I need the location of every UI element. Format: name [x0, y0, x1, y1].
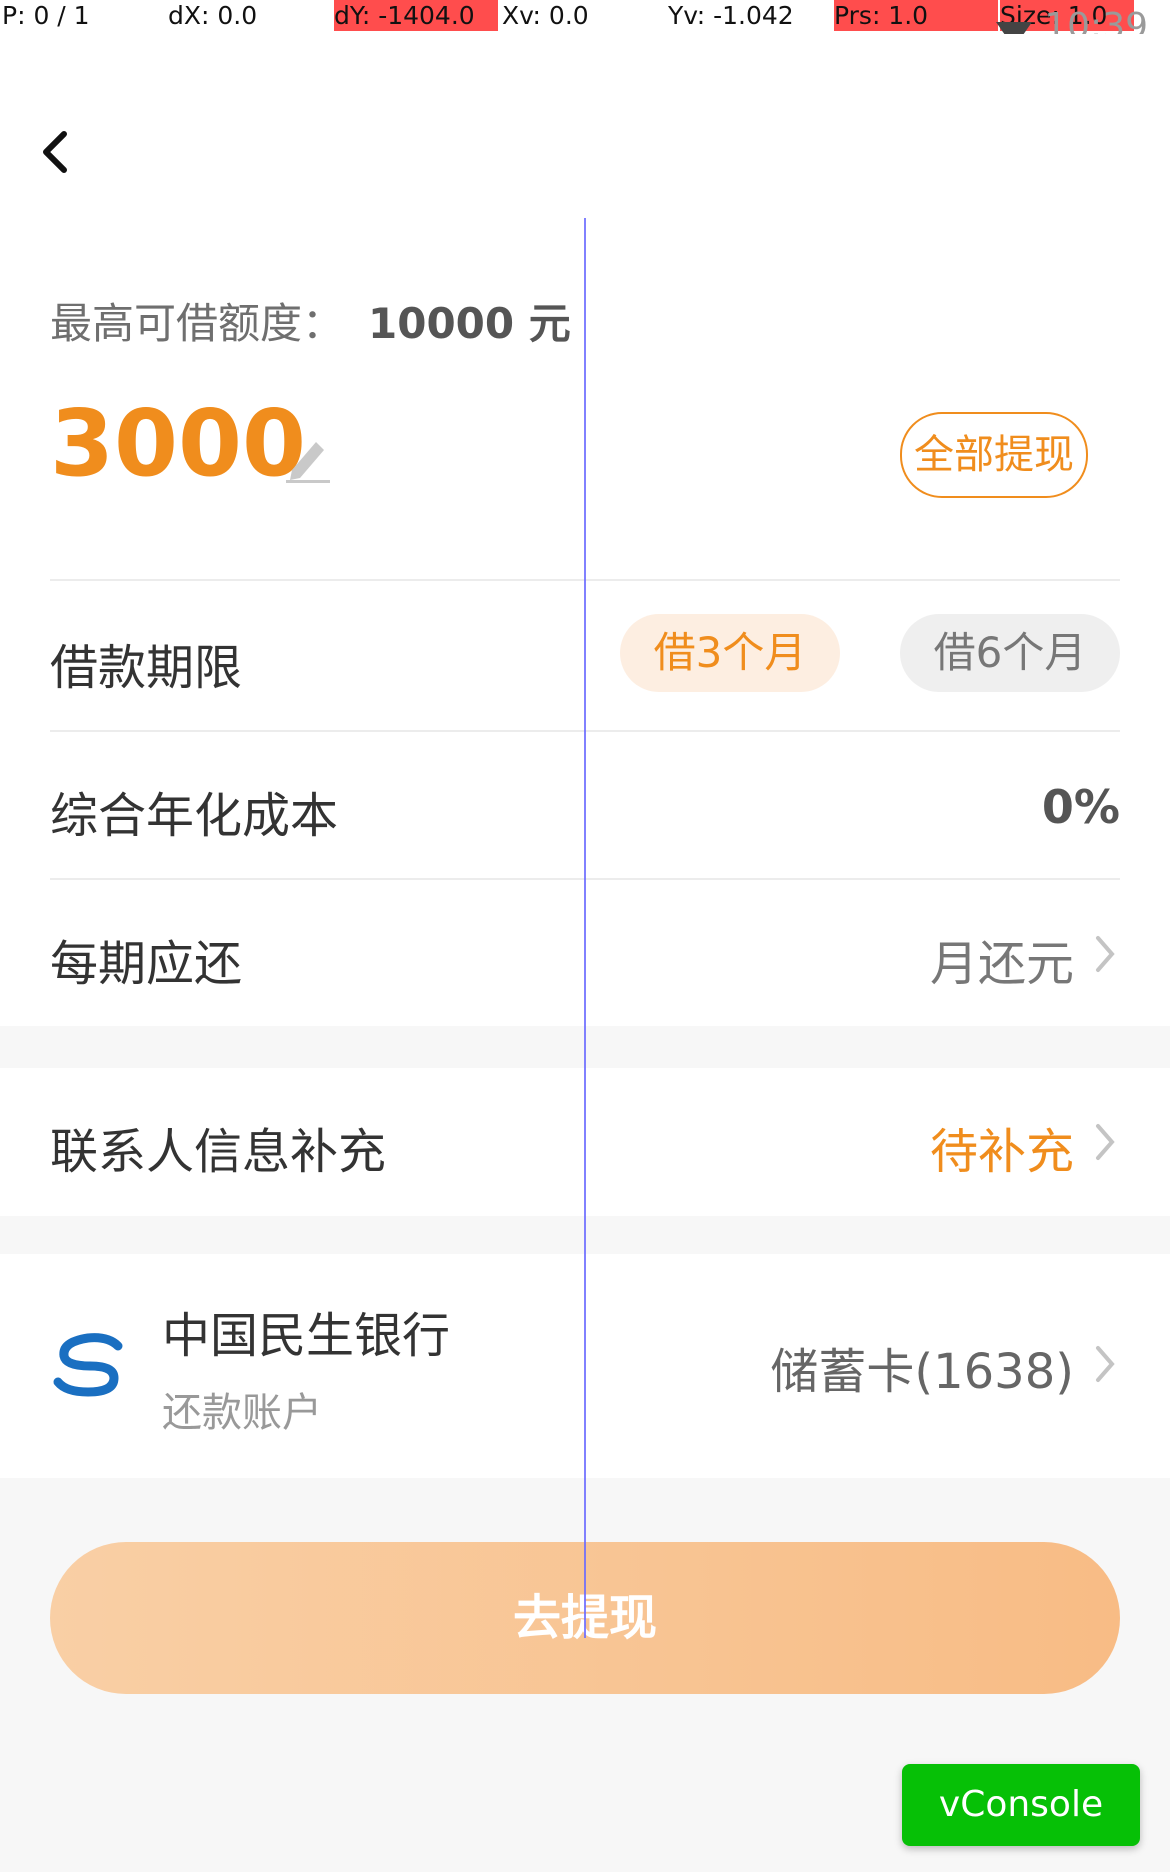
loan-amount[interactable]: 3000 [50, 394, 306, 494]
debug-dx: dX: 0.0 [168, 1, 258, 30]
contact-info-label: 联系人信息补充 [50, 1124, 387, 1180]
term-option-6-months[interactable]: 借6个月 [900, 614, 1120, 692]
term-option-3-months[interactable]: 借3个月 [620, 614, 840, 692]
bank-card-info: 储蓄卡(1638) [770, 1344, 1074, 1400]
credit-limit: 最高可借额度： 10000 元 [50, 290, 571, 351]
edit-pencil-icon[interactable] [284, 430, 332, 484]
debug-pointer-count: P: 0 / 1 [2, 1, 90, 30]
header [0, 34, 1170, 194]
rate-label: 综合年化成本 [50, 788, 339, 844]
chevron-right-icon [1096, 936, 1115, 972]
chevron-right-icon [1096, 1124, 1115, 1160]
debug-xv: Xv: 0.0 [502, 1, 589, 30]
minsheng-bank-logo-icon [53, 1333, 123, 1397]
debug-dy: dY: -1404.0 [334, 0, 498, 31]
bank-account-subtitle: 还款账户 [162, 1390, 322, 1436]
debug-yv: Yv: -1.042 [668, 1, 794, 30]
contact-info-status: 待补充 [929, 1124, 1074, 1180]
pointer-debug-overlay: P: 0 / 1 dX: 0.0 dY: -1404.0 Xv: 0.0 Yv:… [0, 0, 1170, 34]
rate-value: 0% [1041, 780, 1120, 834]
term-label: 借款期限 [50, 640, 243, 696]
credit-limit-value: 10000 元 [368, 299, 571, 348]
installment-value: 月还元 [929, 936, 1074, 992]
credit-limit-label: 最高可借额度： [50, 299, 345, 348]
vconsole-button[interactable]: vConsole [902, 1764, 1140, 1846]
withdraw-all-button[interactable]: 全部提现 [900, 412, 1088, 498]
installment-label: 每期应还 [50, 936, 243, 992]
chevron-right-icon [1096, 1346, 1115, 1382]
pointer-trace-line [584, 218, 586, 1638]
bank-name: 中国民生银行 [162, 1308, 451, 1364]
back-arrow-icon[interactable] [36, 122, 76, 182]
debug-pressure: Prs: 1.0 [834, 0, 998, 31]
